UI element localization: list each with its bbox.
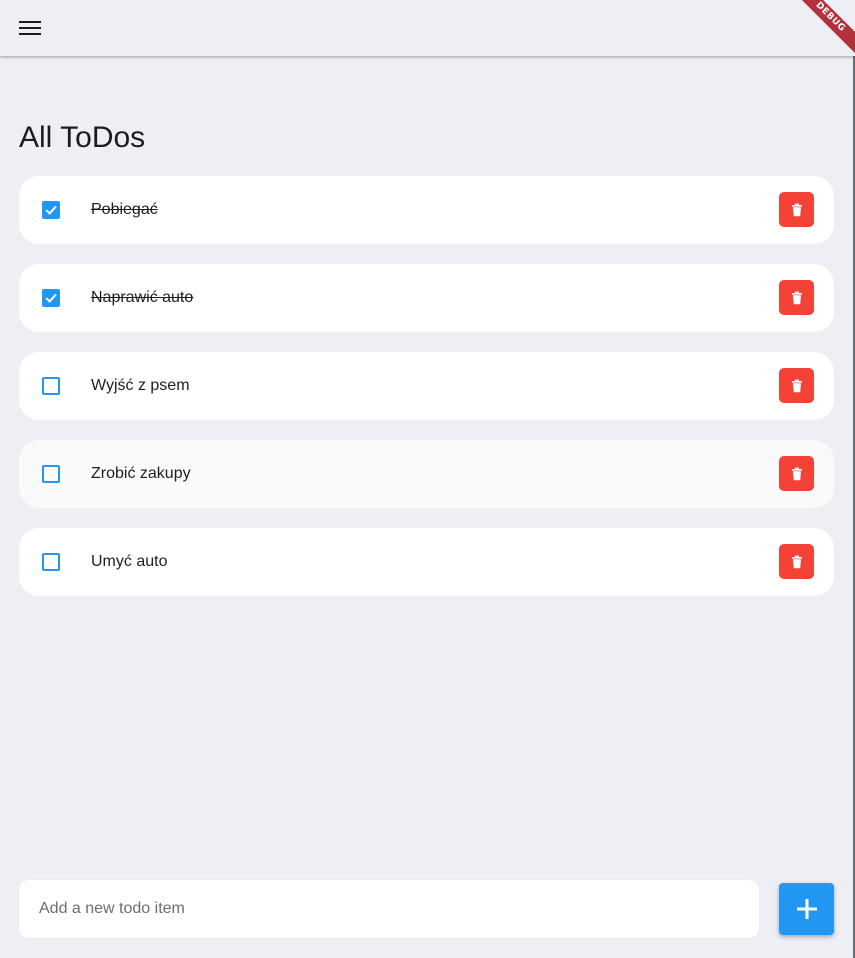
todo-item: Naprawić auto bbox=[19, 264, 834, 332]
delete-button[interactable] bbox=[779, 456, 814, 491]
app-bar bbox=[0, 0, 855, 56]
todo-checkbox[interactable] bbox=[42, 377, 60, 395]
todo-text: Zrobić zakupy bbox=[91, 465, 191, 482]
todo-text: Umyć auto bbox=[91, 553, 168, 570]
todo-item: Umyć auto bbox=[19, 528, 834, 596]
todo-checkbox[interactable] bbox=[42, 289, 60, 307]
debug-banner-label: DEBUG bbox=[785, 0, 855, 60]
delete-button[interactable] bbox=[779, 544, 814, 579]
todo-checkbox[interactable] bbox=[42, 553, 60, 571]
new-todo-input[interactable] bbox=[19, 880, 759, 938]
trash-icon bbox=[791, 379, 802, 392]
trash-icon bbox=[791, 555, 802, 568]
page-title: All ToDos bbox=[19, 121, 146, 154]
delete-button[interactable] bbox=[779, 280, 814, 315]
delete-button[interactable] bbox=[779, 192, 814, 227]
todo-checkbox[interactable] bbox=[42, 201, 60, 219]
todo-item: Zrobić zakupy bbox=[19, 440, 834, 508]
todo-item: Wyjść z psem bbox=[19, 352, 834, 420]
check-icon bbox=[45, 293, 57, 303]
todo-text: Wyjść z psem bbox=[91, 377, 190, 394]
trash-icon bbox=[791, 467, 802, 480]
todo-item: Pobiegać bbox=[19, 176, 834, 244]
check-icon bbox=[45, 205, 57, 215]
menu-icon bbox=[19, 21, 41, 35]
delete-button[interactable] bbox=[779, 368, 814, 403]
todo-checkbox[interactable] bbox=[42, 465, 60, 483]
plus-icon bbox=[796, 899, 817, 919]
todo-text: Naprawić auto bbox=[91, 289, 194, 306]
trash-icon bbox=[791, 203, 802, 216]
trash-icon bbox=[791, 291, 802, 304]
menu-button[interactable] bbox=[6, 4, 54, 52]
debug-banner: DEBUG bbox=[785, 0, 855, 60]
todo-text: Pobiegać bbox=[91, 201, 158, 218]
todo-list: Pobiegać Naprawić auto Wyjść z psem Zrob… bbox=[19, 176, 834, 616]
add-todo-button[interactable] bbox=[779, 883, 834, 935]
